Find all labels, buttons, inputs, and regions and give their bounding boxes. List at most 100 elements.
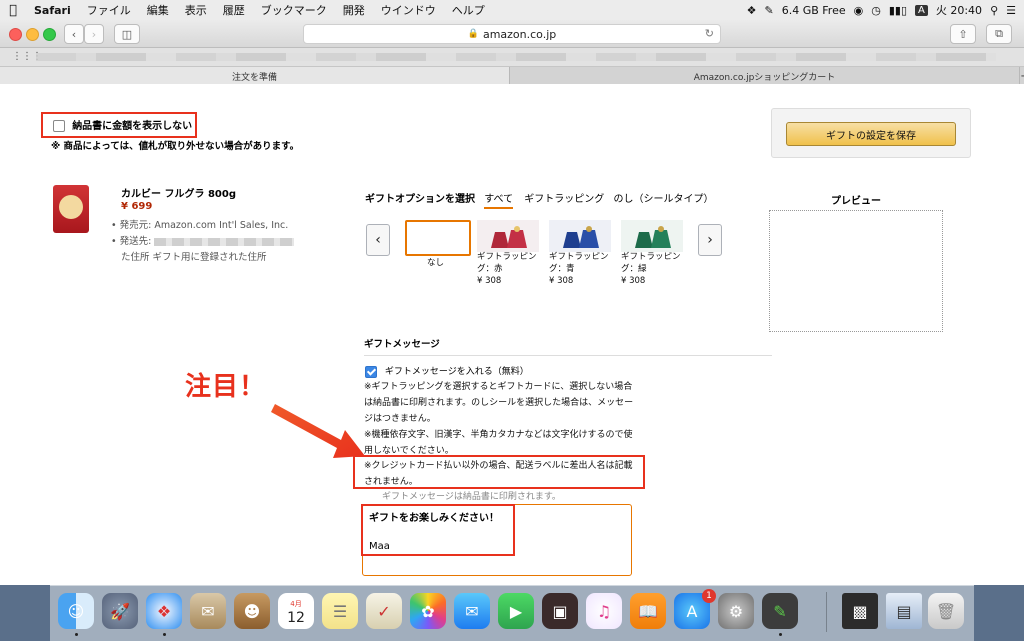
tab-prepare-order[interactable]: 注文を準備 [0,67,510,85]
wifi-icon[interactable]: ◷ [871,4,881,17]
tab-cart[interactable]: Amazon.co.jpショッピングカート [510,67,1020,85]
documents-stack-icon[interactable]: ▤ [886,593,922,629]
granola-bowl-icon [59,195,83,219]
battery-icon[interactable]: ▮▮▯ [889,4,907,17]
notes-icon[interactable]: ☰ [322,593,358,629]
sidebar-toggle-button[interactable]: ◫ [114,24,140,44]
gift-option-caption: ギフトラッピング：緑 [621,252,681,274]
share-button[interactable]: ⇧ [950,24,976,44]
print-note: ギフトメッセージは納品書に印刷されます。 [382,492,561,502]
itunes-icon[interactable]: ♫ [586,593,622,629]
finder-icon[interactable]: ☺ [58,593,94,629]
gift-option-none[interactable] [405,220,471,256]
menu-help[interactable]: ヘルプ [444,2,493,18]
evernote-menu-icon[interactable]: ✎ [765,4,774,17]
apple-menu-icon[interactable]:  [0,3,26,18]
gift-option-green[interactable] [621,220,683,252]
search-icon[interactable]: ⚲ [990,4,998,17]
hide-amount-checkbox[interactable] [53,120,65,132]
hide-amount-row[interactable]: 納品書に金額を表示しない [53,117,192,132]
gift-option-blue[interactable] [549,220,611,252]
product-price: ¥ 699 [121,201,153,212]
gift-option-red[interactable] [477,220,539,252]
gift-message-title: ギフトメッセージ [364,339,440,350]
menu-history[interactable]: 履歴 [215,2,253,18]
zoom-window-button[interactable] [43,28,56,41]
dock: ☺ 🚀 ❖ ✉ ☻ 4月 12 ☰ ✓ ✿ ✉ ▶ ▣ ♫ 📖 A 1 ⚙ ✎ … [50,585,974,641]
menubar:  Safari ファイル 編集 表示 履歴 ブックマーク 開発 ウインドウ ヘ… [0,0,1024,21]
menu-window[interactable]: ウインドウ [373,2,444,18]
system-preferences-icon[interactable]: ⚙ [718,593,754,629]
menu-app-safari[interactable]: Safari [26,4,79,17]
new-tab-button[interactable]: + [1020,67,1024,85]
notification-center-icon[interactable]: ☰ [1006,4,1016,17]
share-icon: ⇧ [958,27,968,41]
preview-title: プレビュー [831,196,881,207]
tab-gift-wrapping[interactable]: ギフトラッピング [524,194,604,205]
gift-option-price: ¥ 308 [477,276,502,286]
url-text: amazon.co.jp [482,27,557,41]
tabs-overview-button[interactable]: ⧉ [986,24,1012,44]
product-name[interactable]: カルビー フルグラ 800g [121,185,236,200]
browser-toolbar: ‹ › ◫ 🔒 amazon.co.jp ↻ ⇧ ⧉ [0,20,1024,48]
gift-message-checkbox-row[interactable]: ギフトメッセージを入れる（無料） [365,364,529,378]
preview-area [769,210,943,332]
blurred-bookmarks [36,53,996,61]
speed-icon[interactable]: ◉ [854,4,864,17]
reminders-icon[interactable]: ✓ [366,593,402,629]
gift-options-title: ギフトオプションを選択 [365,194,475,205]
close-window-button[interactable] [9,28,22,41]
ibooks-icon[interactable]: 📖 [630,593,666,629]
ship-to-suffix: た住所 ギフト用に登録された住所 [121,252,267,263]
save-gift-box: ギフトの設定を保存 [771,108,971,158]
contacts-icon[interactable]: ☻ [234,593,270,629]
seller-text: 発売元: Amazon.com Int'l Sales, Inc. [119,220,289,231]
web-page: 納品書に金額を表示しない ※ 商品によっては、値札が取り外せない場合があります。… [0,84,1024,576]
gift-message-checkbox-label: ギフトメッセージを入れる（無料） [384,367,529,377]
menu-develop[interactable]: 開発 [335,2,373,18]
trash-icon[interactable]: 🗑 [928,593,964,629]
product-image[interactable] [53,185,89,233]
input-mode-indicator[interactable]: A [915,4,928,16]
gift-option-price: ¥ 308 [621,276,646,286]
calendar-icon[interactable]: 4月 12 [278,593,314,629]
save-gift-button[interactable]: ギフトの設定を保存 [786,122,956,146]
safari-icon[interactable]: ❖ [146,593,182,629]
carousel-next-button[interactable]: › [698,224,722,256]
annotation-arrow-icon [271,404,365,458]
app-store-badge: 1 [702,589,716,603]
hide-amount-note: ※ 商品によっては、値札が取り外せない場合があります。 [51,141,300,152]
minimize-window-button[interactable] [26,28,39,41]
gift-message-line-2: Maa [369,541,390,552]
gift-message-checkbox[interactable] [365,365,377,378]
mail-icon[interactable]: ✉ [190,593,226,629]
facetime-icon[interactable]: ▶ [498,593,534,629]
downloads-stack-icon[interactable]: ▩ [842,593,878,629]
menu-view[interactable]: 表示 [177,2,215,18]
tab-noshi[interactable]: のし（シールタイプ） [613,194,713,205]
clock[interactable]: 火 20:40 [936,2,982,18]
running-indicator [75,633,78,636]
gift-bag-green-icon [621,220,683,252]
photo-booth-icon[interactable]: ▣ [542,593,578,629]
menu-file[interactable]: ファイル [79,2,139,18]
carousel-prev-button[interactable]: ‹ [366,224,390,256]
reload-icon[interactable]: ↻ [705,27,714,40]
tab-label: Amazon.co.jpショッピングカート [693,72,836,83]
tab-all[interactable]: すべて [484,194,514,209]
forward-button[interactable]: › [84,24,104,44]
messages-icon[interactable]: ✉ [454,593,490,629]
memory-status[interactable]: 6.4 GB Free [782,4,846,17]
gift-bag-blue-icon [549,220,611,252]
dropbox-icon[interactable]: ❖ [747,4,757,17]
menu-edit[interactable]: 編集 [139,2,177,18]
back-button[interactable]: ‹ [64,24,84,44]
evernote-icon[interactable]: ✎ [762,593,798,629]
divider [364,355,772,356]
menu-bookmarks[interactable]: ブックマーク [253,2,335,18]
launchpad-icon[interactable]: 🚀 [102,593,138,629]
gift-message-line-1: ギフトをお楽しみください！ [369,513,499,524]
photos-icon[interactable]: ✿ [410,593,446,629]
address-bar[interactable]: 🔒 amazon.co.jp ↻ [303,24,721,44]
favorites-bar: ⋮⋮⋮ [0,48,1024,67]
